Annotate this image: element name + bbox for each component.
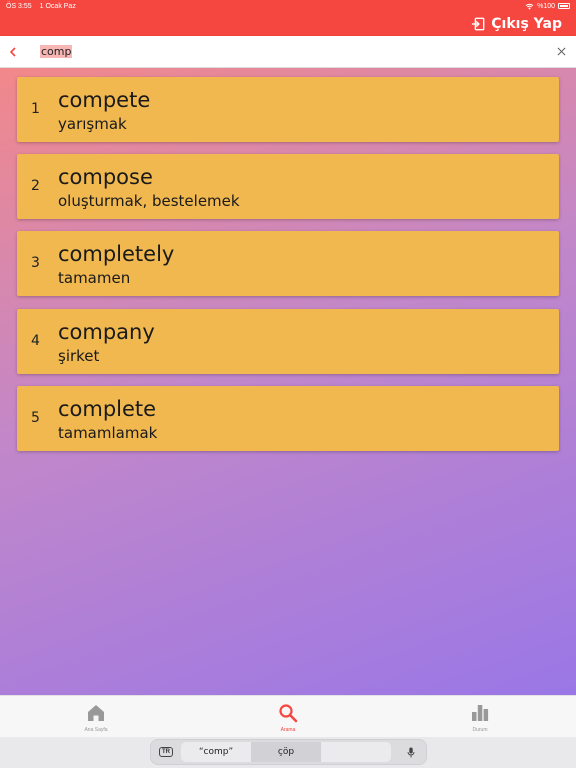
keyboard-language-button[interactable]: TR: [151, 740, 181, 764]
search-icon: [279, 704, 298, 723]
result-card[interactable]: 1 compete yarışmak: [17, 77, 559, 142]
keyboard-language-label: TR: [159, 747, 173, 757]
search-query: comp: [40, 45, 73, 58]
dictation-button[interactable]: [396, 740, 426, 764]
suggestion-2[interactable]: çöp: [251, 742, 321, 762]
status-bar: ÖS 3:55 1 Ocak Paz %100: [0, 0, 576, 12]
result-word: compose: [58, 165, 153, 189]
result-meaning: tamamen: [58, 269, 131, 287]
result-word: completely: [58, 242, 175, 266]
tab-bar: Ana Sayfa Arama Durum: [0, 695, 576, 737]
result-index: 3: [31, 255, 40, 271]
tab-home[interactable]: Ana Sayfa: [0, 696, 192, 737]
keyboard-suggestion-bar: TR “comp” çöp: [0, 737, 576, 768]
result-meaning: yarışmak: [58, 115, 127, 133]
result-index: 5: [31, 410, 40, 426]
battery-icon: [558, 3, 570, 9]
result-meaning: tamamlamak: [58, 424, 158, 442]
logout-icon: [472, 17, 485, 31]
status-left: ÖS 3:55 1 Ocak Paz: [6, 3, 82, 10]
status-date: 1 Ocak Paz: [39, 2, 76, 10]
result-index: 1: [31, 101, 40, 117]
result-meaning: oluşturmak, bestelemek: [58, 192, 240, 210]
result-card[interactable]: 4 company şirket: [17, 309, 559, 374]
result-card[interactable]: 3 completely tamamen: [17, 231, 559, 296]
microphone-icon: [407, 747, 415, 757]
result-meaning: şirket: [58, 347, 100, 365]
search-bar: comp: [0, 36, 576, 68]
suggestion-1[interactable]: “comp”: [181, 742, 251, 762]
bar-chart-icon: [472, 705, 489, 721]
tab-status-label: Durum: [472, 727, 488, 733]
result-word: compete: [58, 88, 151, 112]
tab-status[interactable]: Durum: [384, 696, 576, 737]
result-index: 4: [31, 333, 40, 349]
results-area: 1 compete yarışmak 2 compose oluşturmak,…: [0, 68, 576, 695]
close-icon: [557, 47, 565, 56]
suggestion-pill: TR “comp” çöp: [151, 740, 426, 764]
result-card[interactable]: 5 complete tamamlamak: [17, 386, 559, 451]
wifi-icon: [525, 3, 534, 10]
result-card[interactable]: 2 compose oluşturmak, bestelemek: [17, 154, 559, 219]
search-input[interactable]: comp: [26, 45, 546, 58]
result-index: 2: [31, 178, 40, 194]
suggestion-3[interactable]: [321, 742, 391, 762]
chevron-left-icon: [9, 46, 16, 57]
status-right: %100: [525, 3, 570, 10]
clear-search-button[interactable]: [546, 36, 576, 68]
tab-search[interactable]: Arama: [192, 696, 384, 737]
back-button[interactable]: [0, 36, 26, 68]
result-word: company: [58, 320, 155, 344]
logout-button[interactable]: Çıkış Yap: [471, 16, 562, 32]
status-time: ÖS 3:55: [6, 2, 32, 10]
home-icon: [88, 705, 104, 721]
tab-search-label: Arama: [280, 727, 296, 733]
battery-percent: %100: [537, 2, 555, 10]
logout-label: Çıkış Yap: [491, 16, 562, 32]
result-word: complete: [58, 397, 157, 421]
app-bar: Çıkış Yap: [0, 12, 576, 36]
tab-home-label: Ana Sayfa: [84, 727, 108, 733]
